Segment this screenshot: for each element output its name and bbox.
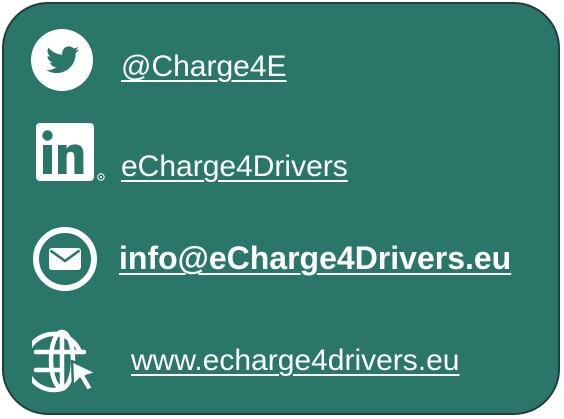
email-icon[interactable] [32, 226, 98, 292]
linkedin-icon[interactable] [36, 123, 108, 187]
twitter-icon[interactable] [30, 28, 94, 92]
twitter-handle-link[interactable]: @Charge4E [121, 50, 287, 84]
linkedin-page-link[interactable]: eCharge4Drivers [121, 150, 348, 184]
contact-card: @Charge4E eCharge4Drivers info@eCharge4D… [2, 2, 560, 415]
globe-cursor-icon[interactable] [32, 328, 102, 398]
website-link[interactable]: www.echarge4drivers.eu [131, 344, 460, 378]
email-address-link[interactable]: info@eCharge4Drivers.eu [119, 240, 511, 277]
